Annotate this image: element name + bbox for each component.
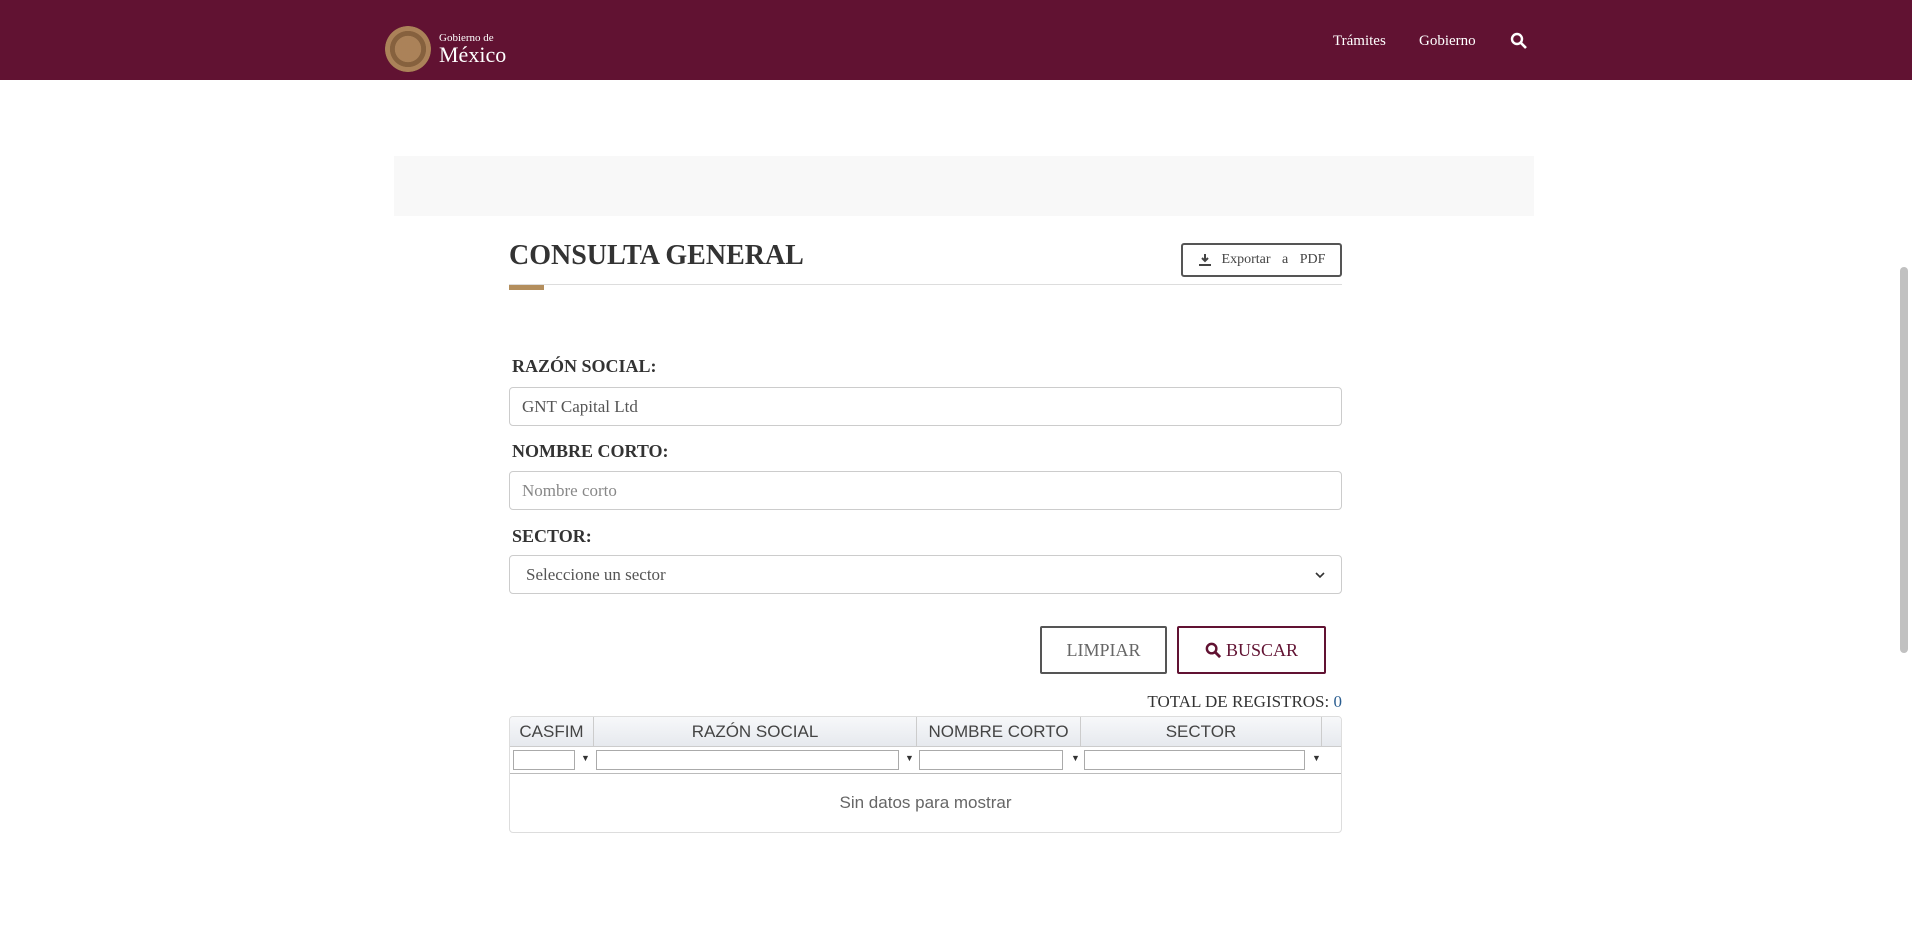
scrollbar[interactable] [1894,80,1912,945]
nav-tramites[interactable]: Trámites [1333,33,1386,50]
total-records: TOTAL DE REGISTROS: 0 [1147,692,1342,712]
total-label: TOTAL DE REGISTROS: [1147,692,1330,711]
filter-row: ▼ ▼ ▼ ▼ [510,747,1341,774]
filter-sector[interactable] [1084,750,1305,770]
filter-casfim[interactable] [513,750,575,770]
empty-message: Sin datos para mostrar [839,793,1012,812]
filter-icon[interactable]: ▼ [905,753,914,763]
sector-label: SECTOR: [512,526,592,546]
title-accent [509,285,544,290]
download-icon [1198,254,1211,266]
filter-nombre-corto[interactable] [919,750,1063,770]
clear-button[interactable]: LIMPIAR [1040,626,1167,674]
top-header: Gobierno de México Trámites Gobierno [0,0,1912,80]
title-divider [509,284,1342,285]
results-table: CASFIM RAZÓN SOCIAL NOMBRE CORTO SECTOR … [509,716,1342,833]
export-label: Exportar a PDF [1221,252,1326,267]
filter-razon-social[interactable] [596,750,899,770]
search-button[interactable]: BUSCAR [1177,626,1326,674]
filter-icon[interactable]: ▼ [581,753,590,763]
clear-label: LIMPIAR [1066,639,1141,660]
col-razon-social[interactable]: RAZÓN SOCIAL [594,717,917,747]
col-nombre-corto[interactable]: NOMBRE CORTO [917,717,1081,747]
search-label: BUSCAR [1225,639,1299,660]
filter-icon[interactable]: ▼ [1071,753,1080,763]
sector-selected: Seleccione un sector [526,564,666,584]
table-header: CASFIM RAZÓN SOCIAL NOMBRE CORTO SECTOR [510,717,1341,747]
breadcrumb-band [394,156,1534,216]
chevron-down-icon [1315,571,1325,578]
filter-icon[interactable]: ▼ [1312,753,1321,763]
total-count: 0 [1333,692,1343,711]
nombre-corto-label: NOMBRE CORTO: [512,441,669,461]
logo-big-text: México [439,41,507,67]
search-icon[interactable] [1510,32,1528,50]
razon-social-input[interactable] [509,387,1342,426]
razon-social-label: RAZÓN SOCIAL: [512,356,657,376]
sector-select[interactable]: Seleccione un sector [509,555,1342,594]
page-title: CONSULTA GENERAL [509,240,804,271]
export-pdf-button[interactable]: Exportar a PDF [1181,243,1342,277]
col-casfim[interactable]: CASFIM [510,717,594,747]
gobierno-logo[interactable]: Gobierno de México [385,26,506,72]
scrollbar-thumb[interactable] [1900,267,1908,653]
search-icon [1205,642,1222,658]
nombre-corto-input[interactable] [509,471,1342,510]
col-sector[interactable]: SECTOR [1081,717,1322,747]
nav-gobierno[interactable]: Gobierno [1419,33,1476,50]
national-seal-icon [385,26,431,72]
